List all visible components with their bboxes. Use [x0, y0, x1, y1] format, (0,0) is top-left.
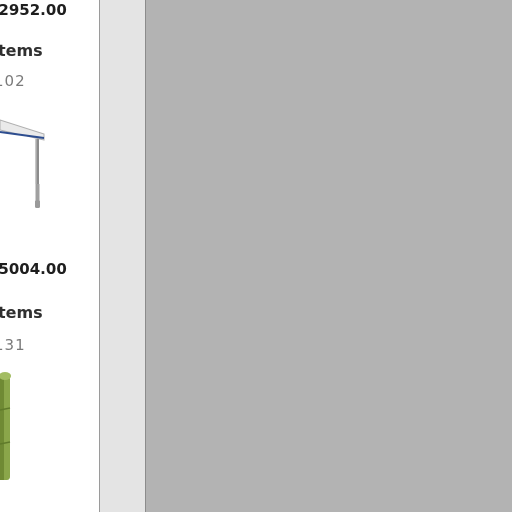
- panel-scroll-strip[interactable]: [100, 0, 146, 512]
- product-code: 131: [0, 336, 26, 354]
- product-items-label: Items: [0, 303, 43, 322]
- product-items-label: Items: [0, 41, 43, 60]
- product-list-panel: $2952.00 Items 102 $5004.00 Items 131: [0, 0, 100, 512]
- product-price: $5004.00: [0, 260, 67, 278]
- product-code: 102: [0, 72, 26, 90]
- product-price: $2952.00: [0, 1, 67, 19]
- desk-table-icon[interactable]: [0, 108, 60, 218]
- canvas-area[interactable]: [146, 0, 512, 512]
- green-stacked-cylinder-icon[interactable]: [0, 368, 14, 484]
